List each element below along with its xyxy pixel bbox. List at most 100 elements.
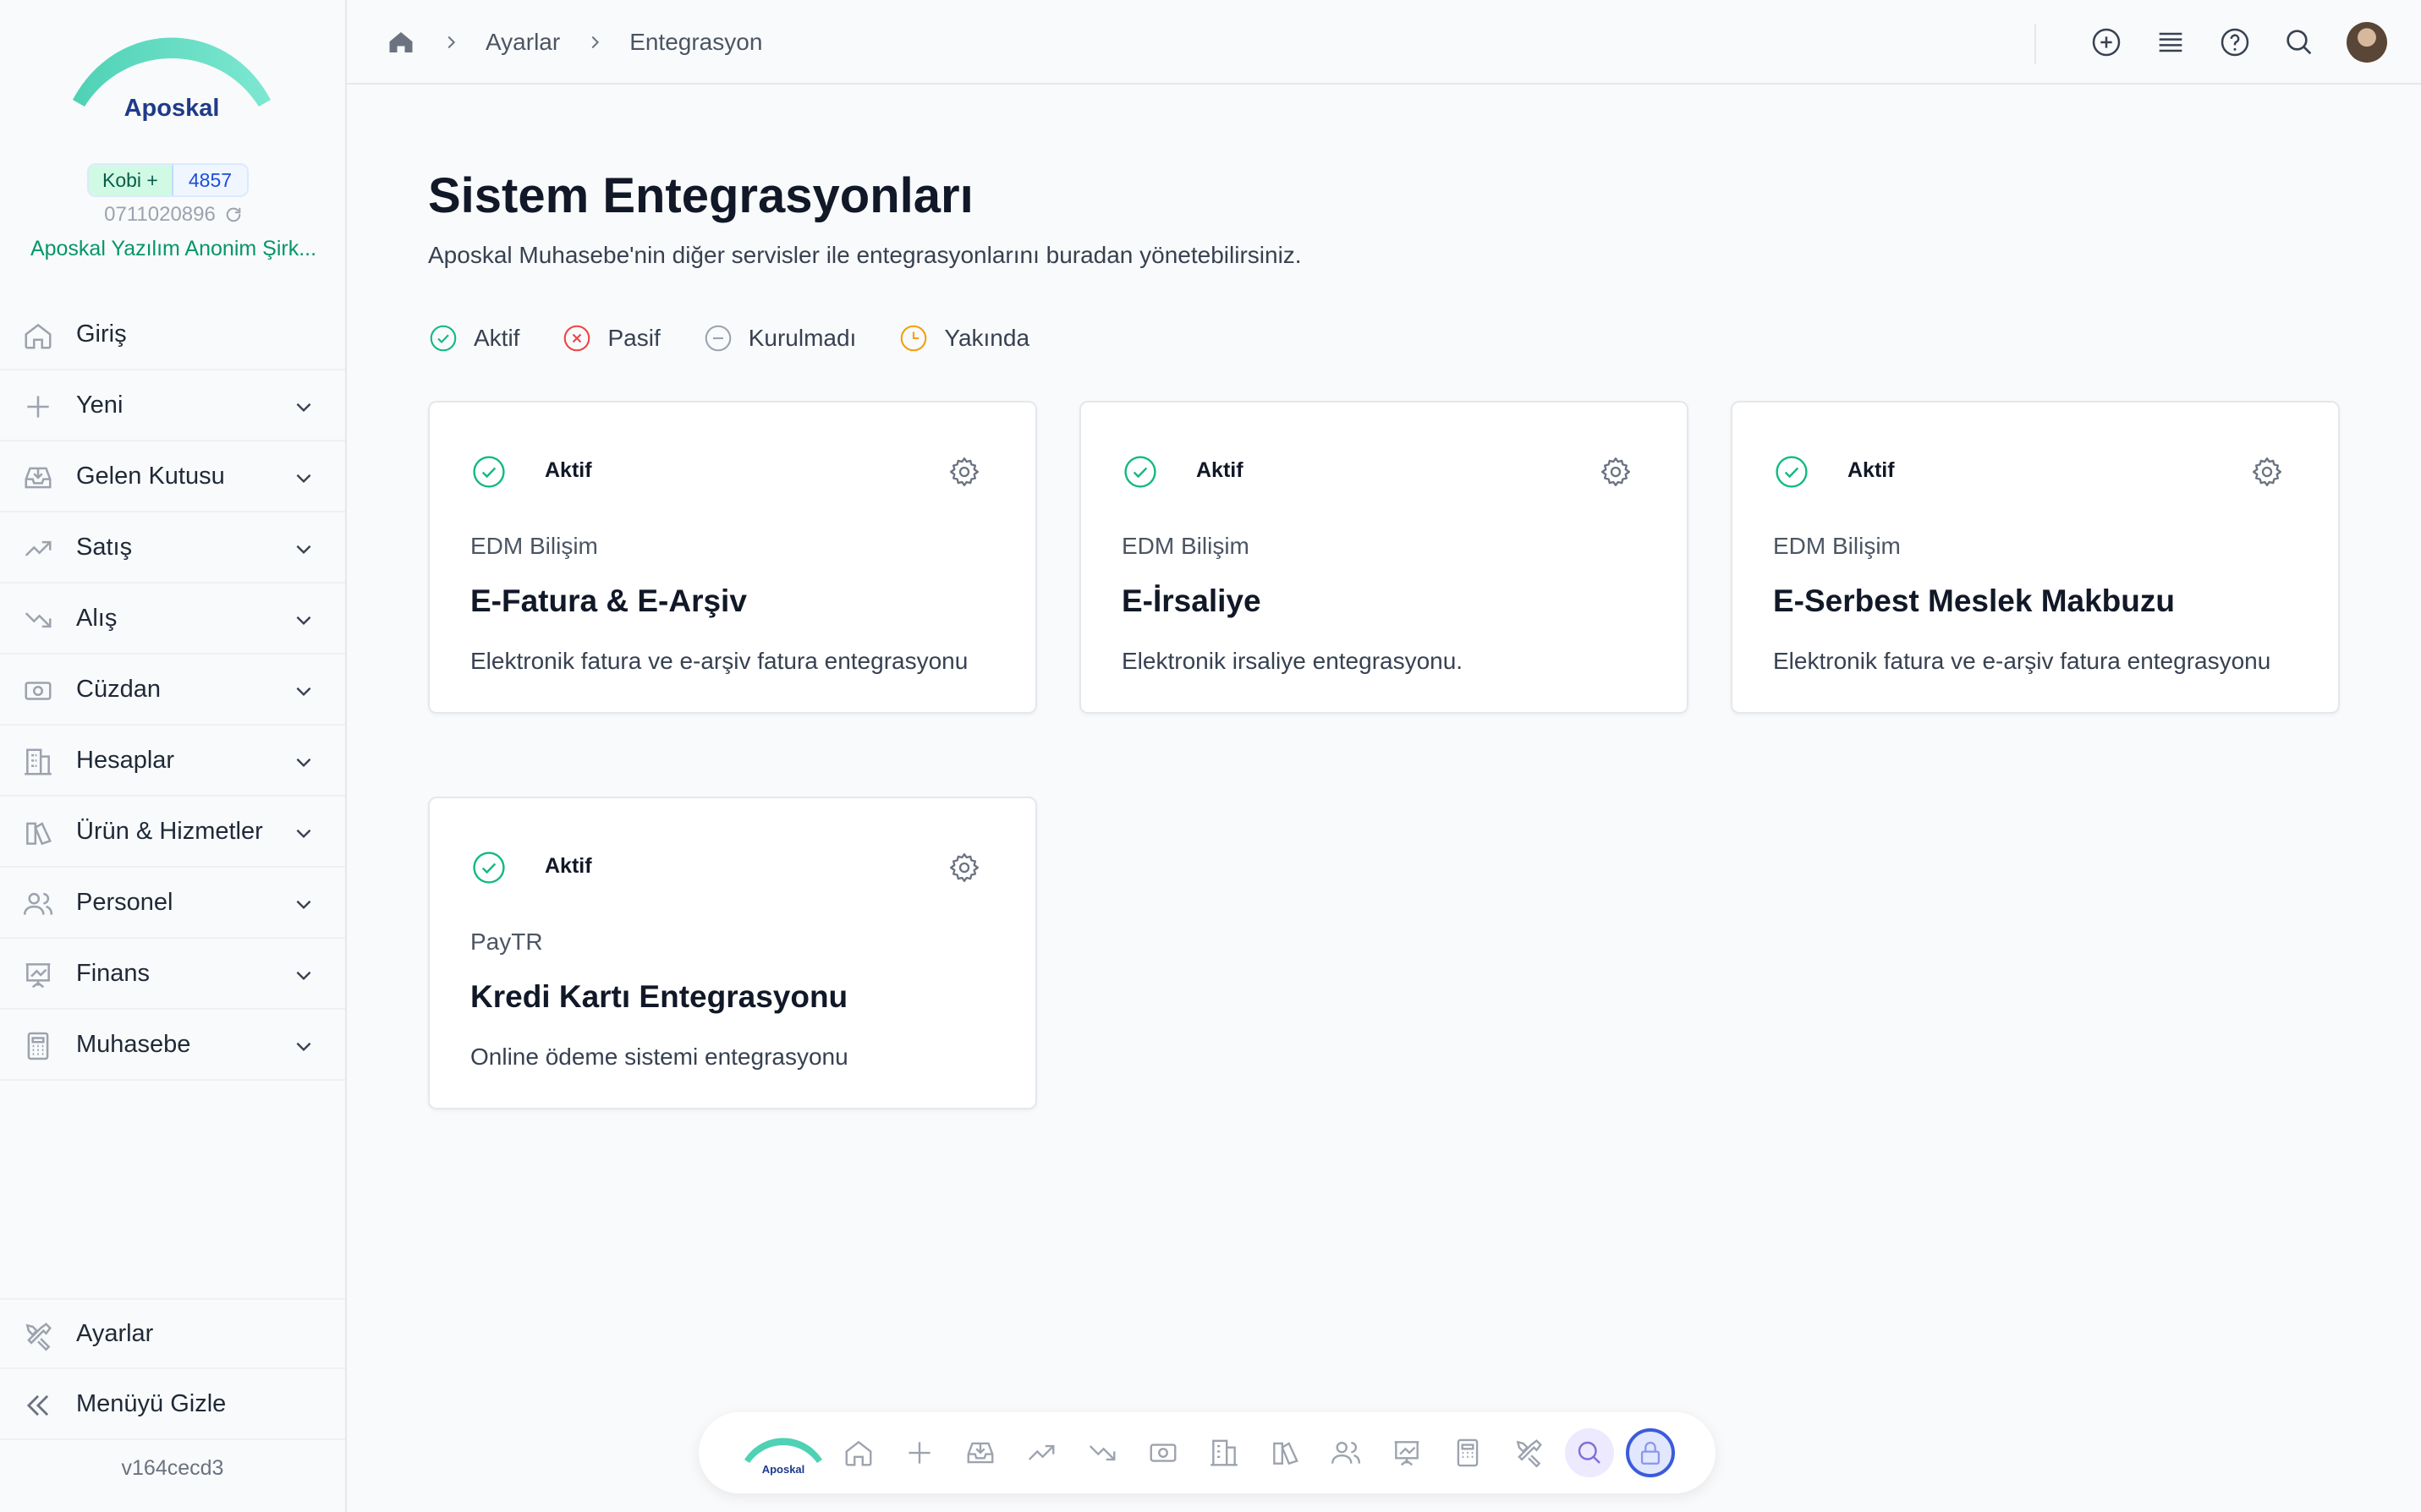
legend-label: Kurulmadı: [748, 325, 857, 351]
sidebar-bottom: Ayarlar Menüyü Gizle: [0, 1298, 345, 1440]
dock-new-button[interactable]: [895, 1428, 944, 1477]
add-circle-icon[interactable]: [2089, 25, 2123, 59]
integration-name: Kredi Kartı Entegrasyonu: [470, 979, 848, 1014]
chevron-right-icon: [591, 36, 600, 49]
status-badge: Aktif: [1847, 458, 1895, 482]
chevron-right-icon: [447, 36, 456, 49]
sidebar: Aposkal Kobi + 4857 0711020896 Aposkal Y…: [0, 0, 347, 1512]
home-icon[interactable]: [386, 27, 416, 58]
provider-name: EDM Bilişim: [470, 533, 598, 559]
legend-item-kurulmadi: Kurulmadı: [703, 323, 857, 353]
chevron-down-icon: [296, 687, 311, 697]
provider-name: EDM Bilişim: [1773, 533, 1901, 559]
gear-icon[interactable]: [2250, 455, 2284, 489]
dock-wallet-button[interactable]: [1139, 1428, 1188, 1477]
trending-up-icon: [25, 540, 52, 556]
sidebar-item-ayarlar[interactable]: Ayarlar: [0, 1298, 345, 1369]
top-header: Ayarlar Entegrasyon: [347, 0, 2421, 85]
dock-inbox-button[interactable]: [956, 1428, 1005, 1477]
chevron-down-icon: [296, 616, 311, 626]
sidebar-item-label: Muhasebe: [76, 1030, 191, 1058]
integration-name: E-İrsaliye: [1122, 583, 1261, 618]
help-icon[interactable]: [2218, 25, 2252, 59]
integration-name: E-Fatura & E-Arşiv: [470, 583, 747, 618]
sidebar-item-alis[interactable]: Alış: [0, 583, 345, 655]
wallet-icon: [25, 682, 52, 700]
chevron-down-icon: [296, 1042, 311, 1052]
sidebar-item-yeni[interactable]: Yeni: [0, 370, 345, 441]
dock-logo[interactable]: Aposkal: [741, 1429, 826, 1476]
sidebar-item-giris[interactable]: Giriş: [0, 299, 345, 370]
dock-finance-button[interactable]: [1382, 1428, 1431, 1477]
dock-settings-button[interactable]: [1504, 1428, 1553, 1477]
sidebar-item-muhasebe[interactable]: Muhasebe: [0, 1010, 345, 1081]
page-subtitle: Aposkal Muhasebe'nin diğer servisler ile…: [428, 242, 1302, 268]
sidebar-item-label: Alış: [76, 604, 118, 632]
tools-icon: [25, 1323, 52, 1351]
integration-description: Elektronik fatura ve e-arşiv fatura ente…: [470, 648, 969, 674]
user-avatar[interactable]: [2347, 22, 2387, 63]
status-badge: Aktif: [545, 458, 592, 482]
company-name[interactable]: Aposkal Yazılım Anonim Şirk...: [0, 237, 347, 261]
aposkal-logo[interactable]: Aposkal: [66, 25, 277, 127]
dock-accounts-button[interactable]: [1200, 1428, 1249, 1477]
home-icon: [845, 1440, 872, 1466]
integration-card[interactable]: Aktif PayTR Kredi Kartı Entegrasyonu Onl…: [428, 797, 1037, 1109]
status-badge: Aktif: [1196, 458, 1243, 482]
plan-badge: Kobi + 4857: [87, 163, 250, 197]
refresh-icon[interactable]: [224, 205, 243, 224]
logo-arc-icon: Aposkal: [744, 1438, 822, 1476]
dock-sales-button[interactable]: [1017, 1428, 1066, 1477]
sidebar-item-label: Ayarlar: [76, 1319, 154, 1347]
presentation-icon: [1394, 1441, 1419, 1466]
users-icon: [23, 892, 53, 915]
wallet-icon: [1150, 1444, 1177, 1462]
breadcrumb-item-ayarlar[interactable]: Ayarlar: [486, 29, 560, 56]
sidebar-item-label: Ürün & Hizmetler: [76, 817, 263, 845]
hide-menu-button[interactable]: Menüyü Gizle: [0, 1369, 345, 1440]
trending-down-icon: [1089, 1445, 1116, 1461]
dock-personnel-button[interactable]: [1321, 1428, 1370, 1477]
building-icon: [1210, 1439, 1238, 1466]
integration-card[interactable]: Aktif EDM Bilişim E-Fatura & E-Arşiv Ele…: [428, 401, 1037, 714]
logo-text: Aposkal: [124, 95, 220, 122]
plus-icon: [909, 1442, 931, 1464]
calculator-icon: [27, 1032, 49, 1060]
gear-icon[interactable]: [1599, 455, 1633, 489]
dock-home-button[interactable]: [834, 1428, 883, 1477]
sidebar-item-satis[interactable]: Satış: [0, 512, 345, 583]
chevron-down-icon: [296, 403, 311, 413]
search-icon: [1578, 1441, 1600, 1464]
dock-accounting-button[interactable]: [1443, 1428, 1492, 1477]
sidebar-item-label: Gelen Kutusu: [76, 462, 225, 490]
gear-icon[interactable]: [947, 455, 981, 489]
dock-purchase-button[interactable]: [1078, 1428, 1127, 1477]
sidebar-item-finans[interactable]: Finans: [0, 939, 345, 1010]
sidebar-item-personel[interactable]: Personel: [0, 868, 345, 939]
tax-id-row: 0711020896: [0, 203, 347, 227]
tax-id: 0711020896: [104, 203, 216, 226]
product-icon: [1273, 1442, 1298, 1465]
check-circle-icon: [1776, 456, 1808, 488]
presentation-icon: [25, 963, 51, 989]
sidebar-item-urun-hizmetler[interactable]: Ürün & Hizmetler: [0, 797, 345, 868]
sidebar-item-cuzdan[interactable]: Cüzdan: [0, 655, 345, 726]
dock-products-button[interactable]: [1260, 1428, 1309, 1477]
chevron-down-icon: [296, 474, 311, 484]
search-icon[interactable]: [2282, 25, 2316, 59]
legend-label: Pasif: [607, 325, 661, 351]
menu-lines-icon[interactable]: [2154, 25, 2188, 59]
dock-search-button[interactable]: [1565, 1428, 1614, 1477]
legend-item-yakinda: Yakında: [898, 323, 1029, 353]
sidebar-item-gelen-kutusu[interactable]: Gelen Kutusu: [0, 441, 345, 512]
sidebar-item-label: Menüyü Gizle: [76, 1389, 227, 1417]
home-icon: [25, 323, 52, 349]
gear-icon[interactable]: [947, 851, 981, 885]
integration-card[interactable]: Aktif EDM Bilişim E-İrsaliye Elektronik …: [1079, 401, 1688, 714]
integration-description: Online ödeme sistemi entegrasyonu: [470, 1044, 848, 1070]
sidebar-item-hesaplar[interactable]: Hesaplar: [0, 726, 345, 797]
integration-card[interactable]: Aktif EDM Bilişim E-Serbest Meslek Makbu…: [1731, 401, 2340, 714]
sidebar-nav: Giriş Yeni Gelen Kutusu Satış Alış Cüzda…: [0, 299, 345, 1081]
breadcrumb: Ayarlar Entegrasyon: [386, 27, 762, 58]
dock-lock-button[interactable]: [1626, 1428, 1675, 1477]
